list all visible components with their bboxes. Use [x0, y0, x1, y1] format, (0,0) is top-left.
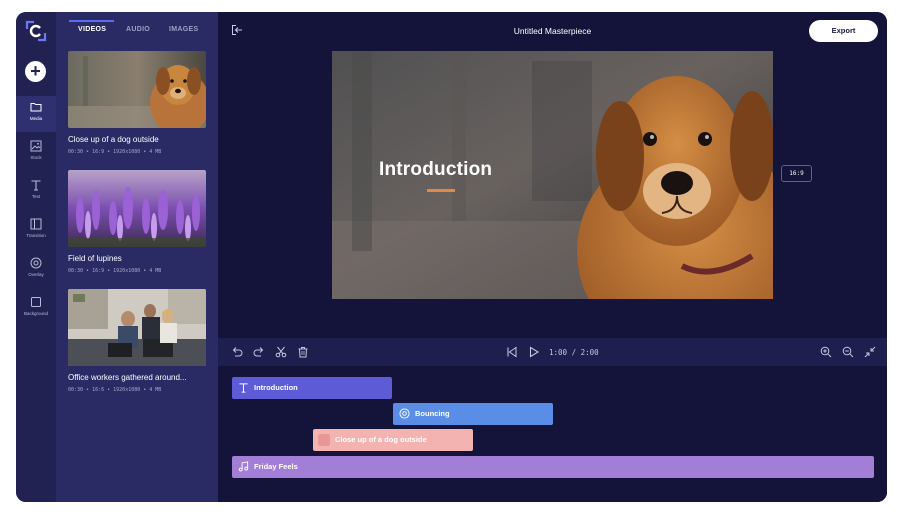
timeline: Introduction Bouncing Close up of a dog …	[218, 366, 887, 502]
export-button[interactable]: Export	[809, 20, 878, 42]
media-tabs: VIDEOS AUDIO IMAGES	[56, 12, 218, 42]
trash-icon[interactable]	[297, 346, 309, 358]
background-icon	[31, 297, 41, 307]
aspect-ratio-button[interactable]: 16:9	[781, 165, 812, 182]
skip-back-icon[interactable]	[506, 346, 518, 358]
editor-area: Untitled Masterpiece Export Introduction…	[218, 12, 887, 502]
media-item-title: Field of lupines	[68, 254, 122, 263]
transition-icon	[30, 218, 42, 230]
sidebar-item-media[interactable]: Media	[16, 96, 56, 132]
collapse-timeline-icon[interactable]	[864, 346, 876, 358]
app-logo	[25, 20, 47, 42]
clip-label: Friday Feels	[254, 462, 298, 471]
folder-icon	[30, 103, 42, 112]
overlay-icon	[399, 408, 410, 419]
scissors-icon[interactable]	[275, 346, 287, 358]
text-icon	[31, 180, 41, 191]
lupines-video-thumbnail	[68, 170, 206, 247]
timeline-clip-introduction[interactable]: Introduction	[232, 377, 392, 399]
app-window: + Media Stock Text Transition Overlay Ba…	[16, 12, 887, 502]
play-icon[interactable]	[528, 346, 540, 358]
sidebar-item-stock[interactable]: Stock	[16, 135, 56, 171]
sidebar-item-label: Overlay	[28, 272, 44, 277]
clip-label: Close up of a dog outside	[335, 435, 427, 444]
zoom-in-icon[interactable]	[820, 346, 832, 358]
video-preview[interactable]: Introduction	[332, 51, 773, 299]
media-item-meta: 00:30 • 16:6 • 1920x1080 • 4 MB	[68, 387, 162, 393]
timeline-clip-friday-feels[interactable]: Friday Feels	[232, 456, 874, 478]
dog-video-thumbnail	[68, 51, 206, 128]
title-underline	[427, 189, 455, 192]
add-media-button[interactable]: +	[25, 61, 46, 82]
sidebar-item-label: Media	[29, 116, 43, 121]
media-item-title: Close up of a dog outside	[68, 135, 159, 144]
sidebar-item-overlay[interactable]: Overlay	[16, 252, 56, 288]
office-video-thumbnail	[68, 289, 206, 366]
sidebar-item-transition[interactable]: Transition	[16, 213, 56, 249]
tab-audio[interactable]: AUDIO	[126, 26, 150, 33]
tab-videos[interactable]: VIDEOS	[78, 26, 106, 33]
sidebar-item-background[interactable]: Background	[16, 291, 56, 327]
clip-label: Bouncing	[415, 409, 450, 418]
music-icon	[238, 461, 249, 472]
media-item[interactable]: Field of lupines 00:30 • 16:9 • 1920x108…	[68, 170, 206, 274]
sidebar-item-text[interactable]: Text	[16, 174, 56, 210]
media-item-meta: 00:30 • 16:9 • 1920x1080 • 4 MB	[68, 149, 162, 155]
redo-icon[interactable]	[253, 346, 265, 358]
overlay-icon	[30, 257, 42, 269]
clip-thumbnail	[318, 434, 330, 446]
timeline-clip-dog-video[interactable]: Close up of a dog outside	[313, 429, 473, 451]
sidebar-item-label: Text	[31, 194, 41, 199]
project-title[interactable]: Untitled Masterpiece	[218, 26, 887, 36]
tab-images[interactable]: IMAGES	[169, 26, 198, 33]
active-tab-indicator	[69, 20, 114, 22]
undo-icon[interactable]	[231, 346, 243, 358]
media-item[interactable]: Office workers gathered around... 00:30 …	[68, 289, 206, 393]
clip-label: Introduction	[254, 383, 298, 392]
sidebar-item-label: Stock	[30, 155, 42, 160]
zoom-out-icon[interactable]	[842, 346, 854, 358]
tool-rail: + Media Stock Text Transition Overlay Ba…	[16, 12, 56, 502]
text-icon	[239, 383, 248, 393]
image-icon	[30, 140, 42, 152]
timeline-clip-bouncing[interactable]: Bouncing	[393, 403, 553, 425]
sidebar-item-label: Background	[23, 311, 49, 316]
editor-topbar: Untitled Masterpiece Export	[218, 12, 887, 50]
media-panel: VIDEOS AUDIO IMAGES Close up of a dog ou…	[56, 12, 218, 502]
playback-toolbar: 1:00 / 2:00	[218, 338, 887, 366]
sidebar-item-label: Transition	[26, 233, 46, 238]
media-item-title: Office workers gathered around...	[68, 373, 187, 382]
playback-timecode: 1:00 / 2:00	[549, 348, 599, 357]
media-item-meta: 00:30 • 16:9 • 1920x1080 • 4 MB	[68, 268, 162, 274]
media-item[interactable]: Close up of a dog outside 00:30 • 16:9 •…	[68, 51, 206, 155]
preview-title-text[interactable]: Introduction	[379, 159, 492, 181]
